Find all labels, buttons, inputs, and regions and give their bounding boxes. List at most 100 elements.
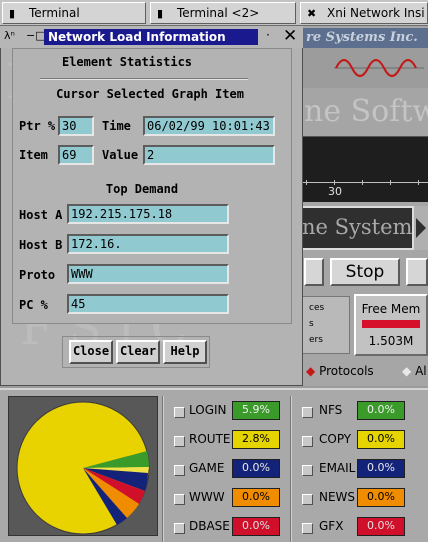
toolbar-button[interactable] [406,258,428,286]
item-label: Item [19,148,48,162]
option-item[interactable]: ces [303,300,349,316]
graph-tick-label: 30 [328,185,342,198]
radio-label: Protocols [319,364,374,378]
free-memory-bar [362,320,420,328]
pc-field[interactable]: 45 [67,294,229,314]
protocol-checkbox[interactable] [302,494,313,505]
protocol-value: 0.0% [357,517,405,536]
protocol-checkbox[interactable] [302,523,313,534]
graph-tick-mark [362,180,363,185]
ptr-field[interactable]: 30 [58,116,94,136]
protocol-value: 0.0% [232,517,280,536]
taskbar-tab-terminal[interactable]: ▮ Terminal [2,2,146,24]
pc-label: PC % [19,298,48,312]
free-memory-panel: Free Mem 1.503M [354,294,428,356]
host-b-label: Host B [19,238,63,252]
background-brand-text: ne Softwa [300,88,428,136]
protocol-checkbox[interactable] [174,523,185,534]
free-memory-label: Free Mem [361,302,421,316]
taskbar-tab-label: Xni Network Insi [327,6,425,20]
close-icon[interactable]: ✕ [283,26,297,46]
protocol-row-game: GAME 0.0% [170,458,288,480]
protocol-name: LOGIN [189,403,227,417]
graph-tick-mark [418,180,419,185]
taskbar-tab-terminal-2[interactable]: ▮ Terminal <2> [150,2,296,24]
host-a-field[interactable]: 192.215.175.18 [67,204,229,224]
protocol-row-login: LOGIN 5.9% [170,400,288,422]
protocol-row-email: EMAIL 0.0% [298,458,428,480]
protocol-value: 0.0% [232,488,280,507]
protocol-value: 0.0% [357,401,405,420]
panel-divider [290,396,292,542]
protocol-name: GAME [189,461,225,475]
scroll-right-button[interactable] [414,206,428,250]
protocol-row-gfx: GFX 0.0% [298,516,428,538]
proto-field[interactable]: WWW [67,264,229,284]
window-menu-icon[interactable]: λⁿ [4,29,15,42]
protocol-name: NFS [319,403,343,417]
protocol-checkbox[interactable] [302,407,313,418]
protocol-name: GFX [319,519,344,533]
graph-tick-mark [306,180,307,185]
ptr-label: Ptr % [19,119,56,133]
protocol-value: 0.0% [357,488,405,507]
value-field[interactable]: 2 [143,145,275,165]
protocol-name: WWW [189,490,225,504]
proto-label: Proto [19,268,56,282]
clear-button[interactable]: Clear [116,340,160,364]
protocol-name: NEWS [319,490,356,504]
protocol-row-copy: COPY 0.0% [298,429,428,451]
protocol-checkbox[interactable] [174,494,185,505]
radio-protocols[interactable]: ◆ Protocols [306,364,374,378]
protocol-value: 0.0% [357,459,405,478]
chevron-right-icon [416,218,426,238]
protocol-name: COPY [319,432,352,446]
item-field[interactable]: 69 [58,145,94,165]
wave-icon [334,59,424,77]
protocol-row-nfs: NFS 0.0% [298,400,428,422]
options-list: ces s ers [300,296,350,354]
radio-label: Al [415,364,427,378]
taskbar-tab-xni[interactable]: ✖ Xni Network Insi [300,2,428,24]
protocol-row-route: ROUTE 2.8% [170,429,288,451]
protocol-checkbox[interactable] [302,436,313,447]
stop-button[interactable]: Stop [330,258,400,286]
host-b-field[interactable]: 172.16. [67,234,229,254]
dialog-title: Network Load Information [44,29,258,45]
value-label: Value [102,148,139,162]
taskbar-tab-label: Terminal [29,6,80,20]
protocol-value: 2.8% [232,430,280,449]
protocol-column-2: NFS 0.0% COPY 0.0% EMAIL 0.0% NEWS 0.0% … [298,400,428,540]
protocol-row-dbase: DBASE 0.0% [170,516,288,538]
protocol-checkbox[interactable] [174,465,185,476]
option-item[interactable]: s [303,316,349,332]
top-demand-heading: Top Demand [105,182,179,196]
protocol-checkbox[interactable] [174,436,185,447]
pin-icon[interactable]: −□ [26,29,46,42]
company-logo: ne Systems [300,206,414,250]
start-button[interactable] [304,258,324,286]
panel-divider [162,396,164,542]
heading-divider [40,78,248,80]
protocol-value: 5.9% [232,401,280,420]
free-memory-value: 1.503M [368,334,414,348]
terminal-icon: ▮ [9,7,16,20]
sine-wave-logo [300,48,428,88]
pie-chart-graphic [16,401,150,535]
radio-all[interactable]: ◆ Al [402,364,427,378]
taskbar-tab-label: Terminal <2> [177,6,260,20]
dialog-titlebar[interactable]: λⁿ −□ Network Load Information · ✕ [0,26,303,48]
protocol-name: DBASE [189,519,230,533]
protocol-row-www: WWW 0.0% [170,487,288,509]
protocol-checkbox[interactable] [302,465,313,476]
minimize-icon[interactable]: · [266,28,270,42]
protocol-checkbox[interactable] [174,407,185,418]
protocol-name: EMAIL [319,461,356,475]
radio-selected-icon: ◆ [306,364,316,378]
option-item[interactable]: ers [303,332,349,348]
protocol-name: ROUTE [189,432,231,446]
close-button[interactable]: Close [69,340,113,364]
time-field[interactable]: 06/02/99 10:01:43 [143,116,275,136]
help-button[interactable]: Help [163,340,207,364]
load-graph[interactable]: 30 [300,136,428,202]
